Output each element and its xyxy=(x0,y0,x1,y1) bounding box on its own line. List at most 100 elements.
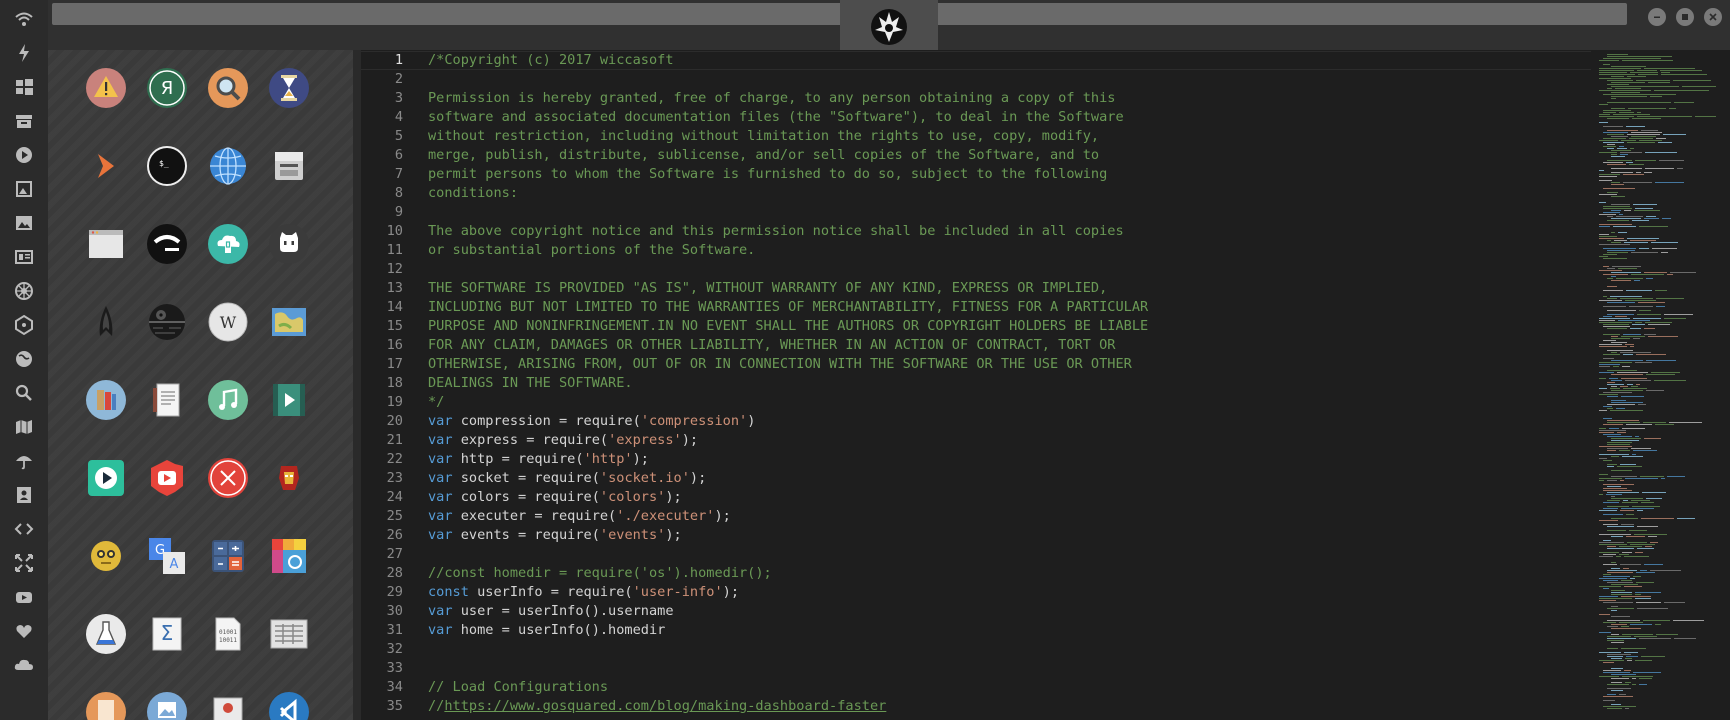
code-line[interactable]: 14 INCLUDING BUT NOT LIMITED TO THE WARRA… xyxy=(361,298,1591,317)
youtube-launcher[interactable] xyxy=(11,584,37,610)
app-iron-man[interactable] xyxy=(267,456,311,500)
app-play[interactable] xyxy=(84,456,128,500)
heart-launcher[interactable] xyxy=(11,618,37,644)
code-line[interactable]: 25 var executer = require('./executer'); xyxy=(361,507,1591,526)
code-line[interactable]: 34 // Load Configurations xyxy=(361,678,1591,697)
app-math[interactable]: Σ xyxy=(145,612,189,656)
minimap-line xyxy=(1611,98,1616,99)
app-scanner[interactable] xyxy=(267,144,311,188)
app-tab[interactable] xyxy=(840,0,938,51)
code-line[interactable]: 21 var express = require('express'); xyxy=(361,431,1591,450)
code-line[interactable]: 29 const userInfo = require('user-info'); xyxy=(361,583,1591,602)
play-circle-launcher[interactable] xyxy=(11,142,37,168)
code-line[interactable]: 18 DEALINGS IN THE SOFTWARE. xyxy=(361,374,1591,393)
app-death-star[interactable] xyxy=(145,300,189,344)
code-line[interactable]: 31 var home = userInfo().homedir xyxy=(361,621,1591,640)
code-line[interactable]: 7 permit persons to whom the Software is … xyxy=(361,165,1591,184)
app-warning[interactable] xyxy=(84,66,128,110)
app-window[interactable] xyxy=(84,222,128,266)
search-launcher[interactable] xyxy=(11,380,37,406)
code-line[interactable]: 33 xyxy=(361,659,1591,678)
code-line[interactable]: 1 /*Copyright (c) 2017 wiccasoft xyxy=(361,51,1591,70)
close-button[interactable] xyxy=(1704,8,1722,26)
code-token: PURPOSE AND NONINFRINGEMENT.IN NO EVENT … xyxy=(428,318,1149,334)
code-line[interactable]: 17 OTHERWISE, ARISING FROM, OUT OF OR IN … xyxy=(361,355,1591,374)
globe-launcher[interactable] xyxy=(11,346,37,372)
code-line[interactable]: 4 software and associated documentation f… xyxy=(361,108,1591,127)
app-terminal-prompt[interactable] xyxy=(84,144,128,188)
app-calculator[interactable] xyxy=(206,534,250,578)
image-launcher[interactable] xyxy=(11,210,37,236)
code-line[interactable]: 9 xyxy=(361,203,1591,222)
app-cloud-lock[interactable] xyxy=(206,222,250,266)
app-books[interactable] xyxy=(84,378,128,422)
minimize-button[interactable] xyxy=(1648,8,1666,26)
app-spreadsheet[interactable] xyxy=(267,612,311,656)
code-line[interactable]: 26 var events = require('events'); xyxy=(361,526,1591,545)
code-line[interactable]: 12 xyxy=(361,260,1591,279)
app-binary[interactable]: 01001 10011 xyxy=(206,612,250,656)
code-line[interactable]: 35 //https://www.gosquared.com/blog/makin… xyxy=(361,697,1591,716)
code-line[interactable]: 8 conditions: xyxy=(361,184,1591,203)
app-ubuntu[interactable] xyxy=(145,222,189,266)
app-close-circle[interactable] xyxy=(206,456,250,500)
code-line[interactable]: 2 xyxy=(361,70,1591,89)
expand-launcher[interactable] xyxy=(11,550,37,576)
app-yandex[interactable]: Я xyxy=(145,66,189,110)
app-search[interactable] xyxy=(206,66,250,110)
photo-album-launcher[interactable] xyxy=(11,176,37,202)
maximize-button[interactable] xyxy=(1676,8,1694,26)
app-flask[interactable] xyxy=(84,612,128,656)
cloud-launcher[interactable] xyxy=(11,652,37,678)
app-star-trek[interactable] xyxy=(84,300,128,344)
contacts-launcher[interactable] xyxy=(11,482,37,508)
code-line[interactable]: 20 var compression = require('compression… xyxy=(361,412,1591,431)
code-line[interactable]: 19 */ xyxy=(361,393,1591,412)
app-color-picker[interactable] xyxy=(267,534,311,578)
app-translate[interactable]: GA xyxy=(145,534,189,578)
app-terminal[interactable]: $_ xyxy=(145,144,189,188)
code-line[interactable]: 32 xyxy=(361,640,1591,659)
app-vscode[interactable] xyxy=(267,690,311,720)
code-line[interactable]: 5 without restriction, including without … xyxy=(361,127,1591,146)
app-image-viewer[interactable] xyxy=(145,690,189,720)
app-document[interactable] xyxy=(145,378,189,422)
code-line[interactable]: 27 xyxy=(361,545,1591,564)
app-c3po[interactable] xyxy=(84,534,128,578)
galactic-empire-launcher[interactable] xyxy=(11,278,37,304)
code-line[interactable]: 6 merge, publish, distribute, sublicense,… xyxy=(361,146,1591,165)
code-line[interactable]: 28 //const homedir = require('os').homedi… xyxy=(361,564,1591,583)
news-launcher[interactable] xyxy=(11,244,37,270)
app-map[interactable] xyxy=(267,300,311,344)
app-wikipedia[interactable]: W xyxy=(206,300,250,344)
app-hourglass[interactable] xyxy=(267,66,311,110)
code-line[interactable]: 15 PURPOSE AND NONINFRINGEMENT.IN NO EVEN… xyxy=(361,317,1591,336)
code-area[interactable]: 1/*Copyright (c) 2017 wiccasoft 2 3 Permiss… xyxy=(361,50,1591,720)
code-line[interactable]: 11 or substantial portions of the Softwar… xyxy=(361,241,1591,260)
app-globe[interactable] xyxy=(206,144,250,188)
code-line[interactable]: 3 Permission is hereby granted, free of c… xyxy=(361,89,1591,108)
code-line[interactable]: 30 var user = userInfo().username xyxy=(361,602,1591,621)
map-launcher[interactable] xyxy=(11,414,37,440)
code-line[interactable]: 16 FOR ANY CLAIM, DAMAGES OR OTHER LIABIL… xyxy=(361,336,1591,355)
code-line[interactable]: 13 THE SOFTWARE IS PROVIDED "AS IS", WITH… xyxy=(361,279,1591,298)
atom-launcher[interactable] xyxy=(11,312,37,338)
code-line[interactable]: 10 The above copyright notice and this pe… xyxy=(361,222,1591,241)
app-presentation[interactable] xyxy=(206,690,250,720)
bolt-launcher[interactable] xyxy=(11,40,37,66)
code-line[interactable]: 24 var colors = require('colors'); xyxy=(361,488,1591,507)
minimap-line xyxy=(1635,594,1641,595)
app-music[interactable] xyxy=(206,378,250,422)
app-github[interactable] xyxy=(267,222,311,266)
code-launcher[interactable] xyxy=(11,516,37,542)
code-line[interactable]: 22 var http = require('http'); xyxy=(361,450,1591,469)
umbrella-launcher[interactable] xyxy=(11,448,37,474)
wifi-launcher[interactable] xyxy=(11,6,37,32)
windows-launcher[interactable] xyxy=(11,74,37,100)
archive-launcher[interactable] xyxy=(11,108,37,134)
code-line[interactable]: 23 var socket = require('socket.io'); xyxy=(361,469,1591,488)
app-video[interactable] xyxy=(267,378,311,422)
minimap[interactable] xyxy=(1591,50,1730,720)
app-youtube[interactable] xyxy=(145,456,189,500)
app-text-file[interactable] xyxy=(84,690,128,720)
